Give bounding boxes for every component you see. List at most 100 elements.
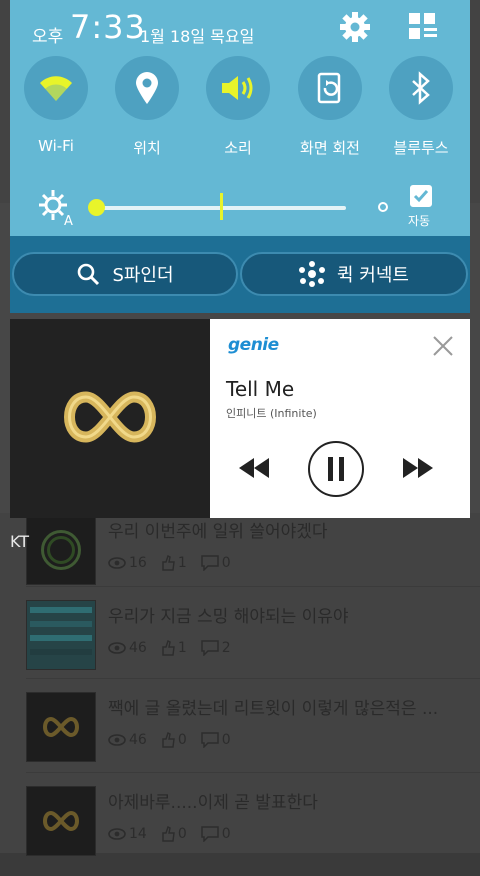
close-icon <box>433 336 453 356</box>
likes-count: 0 <box>161 732 187 748</box>
likes-count: 1 <box>161 640 187 656</box>
feed-item[interactable]: 우리 이번주에 일위 쓸어야겠다 16 1 0 <box>0 515 480 605</box>
s-finder-button[interactable]: S파인더 <box>12 252 238 296</box>
feed-divider <box>26 678 480 679</box>
feed-item[interactable]: 짹에 글 올렸는데 리트윗이 이렇게 많은적은 ... 46 0 0 <box>0 692 480 782</box>
status-date: 1월 18일 목요일 <box>140 27 255 46</box>
comment-icon <box>201 640 219 656</box>
comment-icon <box>201 555 219 571</box>
wifi-toggle[interactable] <box>24 56 88 120</box>
feed-thumbnail <box>26 600 96 670</box>
previous-button[interactable] <box>236 455 272 481</box>
thumbs-up-icon <box>162 640 175 656</box>
settings-button[interactable] <box>338 10 372 44</box>
auto-brightness-label: 자동 <box>408 214 431 228</box>
quick-settings-panel: 오후 7:33 1월 18일 목요일 Wi-Fi 위치 소리 화면 회전 블루투… <box>10 0 470 236</box>
feed-title: 우리 이번주에 일위 쓸어야겠다 <box>108 522 328 542</box>
edit-tiles-button[interactable] <box>406 10 440 44</box>
pause-button[interactable] <box>308 441 364 497</box>
search-icon <box>78 263 100 286</box>
pause-icon <box>328 457 344 481</box>
thumbnail-bar <box>30 635 92 641</box>
thumbs-up-icon <box>162 732 175 748</box>
thumbs-up-icon <box>162 555 175 571</box>
location-toggle[interactable] <box>115 56 179 120</box>
sound-icon <box>222 76 253 100</box>
album-art <box>10 319 210 518</box>
media-notification[interactable]: genie Tell Me 인피니트 (Infinite) <box>10 319 470 518</box>
status-ampm: 오후 <box>32 27 64 47</box>
grid-edit-icon <box>409 13 437 39</box>
checkmark-icon <box>413 190 429 203</box>
comments-count: 0 <box>201 826 231 842</box>
views-count: 14 <box>108 826 147 842</box>
brightness-auto-marker <box>220 193 223 220</box>
views-count: 46 <box>108 640 147 656</box>
feed-meta: 14 0 0 <box>108 826 231 842</box>
thumbnail-ring-inner <box>47 536 75 564</box>
brightness-auto-icon: A <box>36 188 76 230</box>
location-icon <box>136 72 158 104</box>
quick-connect-label: 퀵 커넥트 <box>337 265 409 286</box>
notification-shade: 오후 7:33 1월 18일 목요일 Wi-Fi 위치 소리 화면 회전 블루투… <box>10 0 470 313</box>
brightness-slider-thumb[interactable] <box>88 199 105 216</box>
wifi-icon <box>40 76 72 101</box>
status-clock: 7:33 <box>70 8 146 46</box>
thumbnail-bar <box>30 621 92 627</box>
infinity-logo-icon <box>64 391 156 443</box>
next-button[interactable] <box>400 455 436 481</box>
eye-icon <box>108 828 126 840</box>
bluetooth-icon <box>412 71 430 105</box>
s-finder-label: S파인더 <box>112 265 174 286</box>
feed-meta: 16 1 0 <box>108 555 231 571</box>
rewind-icon <box>239 458 269 478</box>
carrier-label: KT <box>10 532 30 551</box>
app-brand: genie <box>228 335 279 355</box>
views-count: 46 <box>108 732 147 748</box>
thumbnail-bar <box>30 649 92 655</box>
qs-label-bluetooth: 블루투스 <box>393 139 449 157</box>
feed-title: 우리가 지금 스밍 해야되는 이유야 <box>108 607 349 627</box>
feed-item[interactable]: 우리가 지금 스밍 해야되는 이유야 46 1 2 <box>0 600 480 690</box>
eye-icon <box>108 734 126 746</box>
likes-count: 0 <box>161 826 187 842</box>
feed-divider <box>26 772 480 773</box>
comment-icon <box>201 732 219 748</box>
qs-label-location: 위치 <box>133 139 161 157</box>
qs-label-wifi: Wi-Fi <box>38 137 74 155</box>
feed-item[interactable]: 아제바루.....이제 곧 발표한다 14 0 0 <box>0 786 480 876</box>
comment-icon <box>201 826 219 842</box>
close-button[interactable] <box>430 333 456 359</box>
sound-toggle[interactable] <box>206 56 270 120</box>
eye-icon <box>108 642 126 654</box>
feed-thumbnail <box>26 515 96 585</box>
quick-connect-icon <box>299 261 326 287</box>
feed-divider <box>26 586 480 587</box>
rotation-toggle[interactable] <box>298 56 362 120</box>
auto-brightness-checkbox[interactable] <box>410 185 432 207</box>
track-artist: 인피니트 (Infinite) <box>226 407 317 420</box>
gear-icon <box>340 12 370 42</box>
feed-thumbnail <box>26 692 96 762</box>
thumbs-up-icon <box>162 826 175 842</box>
infinity-logo-icon <box>43 810 79 832</box>
comments-count: 0 <box>201 555 231 571</box>
feed-title: 아제바루.....이제 곧 발표한다 <box>108 793 318 813</box>
rotation-icon <box>317 72 341 104</box>
fast-forward-icon <box>403 458 433 478</box>
feed-title: 짹에 글 올렸는데 리트윗이 이렇게 많은적은 ... <box>108 699 439 719</box>
comments-count: 0 <box>201 732 231 748</box>
qs-label-rotation: 화면 회전 <box>300 139 360 157</box>
qs-label-sound: 소리 <box>224 139 252 157</box>
eye-icon <box>108 557 126 569</box>
comments-count: 2 <box>201 640 231 656</box>
views-count: 16 <box>108 555 147 571</box>
likes-count: 1 <box>161 555 187 571</box>
feed-meta: 46 1 2 <box>108 640 231 656</box>
bluetooth-toggle[interactable] <box>389 56 453 120</box>
brightness-max-indicator <box>378 202 388 212</box>
feed-thumbnail <box>26 786 96 856</box>
thumbnail-bar <box>30 607 92 613</box>
quick-connect-button[interactable]: 퀵 커넥트 <box>240 252 468 296</box>
feed-meta: 46 0 0 <box>108 732 231 748</box>
